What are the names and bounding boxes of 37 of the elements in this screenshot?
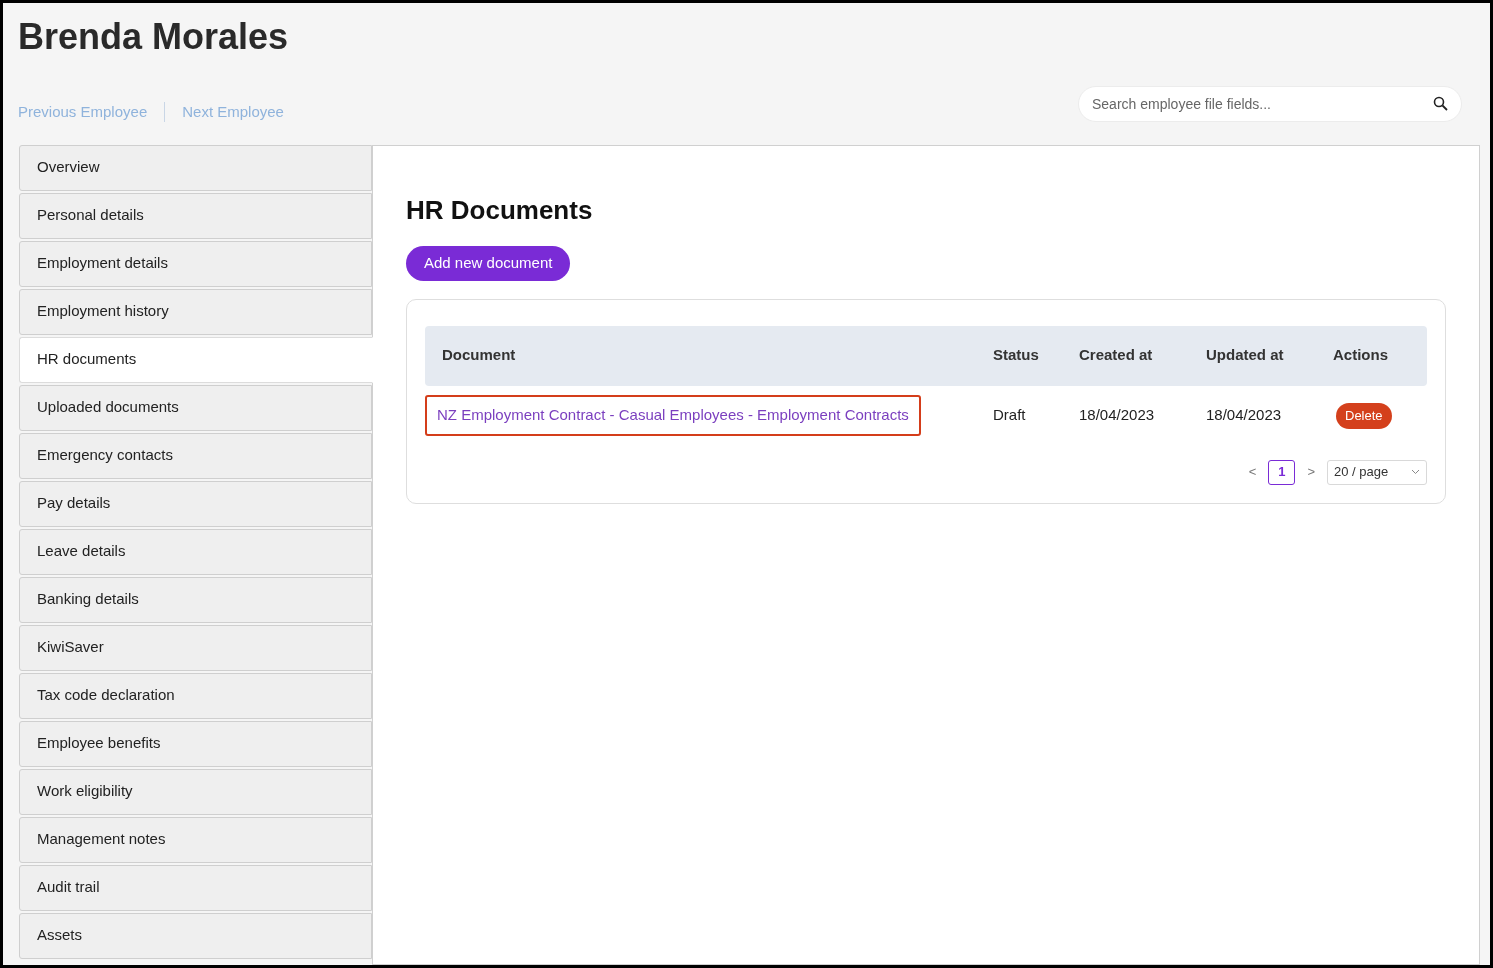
sidebar-item[interactable]: Tax code declaration [19, 672, 372, 719]
sidebar-item[interactable]: Employment history [19, 288, 372, 335]
previous-page-button[interactable]: < [1244, 462, 1261, 482]
search-icon [1433, 96, 1449, 113]
sidebar-item[interactable]: Pay details [19, 480, 372, 527]
page-button[interactable]: 1 [1268, 459, 1296, 485]
sidebar-item[interactable]: Employment details [19, 240, 372, 287]
next-page-button[interactable]: > [1303, 462, 1319, 482]
document-link[interactable]: NZ Employment Contract - Casual Employees - Employment Contracts [425, 395, 921, 436]
column-header: Created at [1079, 325, 1206, 386]
column-header: Status [993, 325, 1079, 386]
employee-name: Brenda Morales [18, 15, 289, 59]
sidebar-item[interactable]: Banking details [19, 576, 372, 623]
add-document-button[interactable]: Add new document [406, 245, 571, 281]
sidebar-item[interactable]: Emergency contacts [19, 432, 372, 479]
sidebar-item[interactable]: Assets [19, 912, 372, 959]
sidebar-item[interactable]: Uploaded documents [19, 384, 372, 431]
table-cell-text: Draft [993, 405, 1027, 426]
search-field[interactable]: Search employee file fields... [1078, 86, 1462, 123]
column-header: Actions [1333, 325, 1427, 386]
sidebar-item[interactable]: Audit trail [19, 864, 372, 911]
delete-button[interactable]: Delete [1336, 402, 1392, 429]
sidebar-item[interactable]: HR documents [19, 336, 373, 383]
column-header: Document [425, 325, 993, 386]
column-header: Updated at [1206, 325, 1333, 386]
sidebar-item[interactable]: Work eligibility [19, 768, 372, 815]
sidebar-item[interactable]: Leave details [19, 528, 372, 575]
page-size-select[interactable]: 20 / page [1327, 459, 1427, 485]
section-title: HR Documents [406, 193, 593, 227]
sidebar-item[interactable]: KiwiSaver [19, 624, 372, 671]
table-cell-text: 18/04/2023 [1206, 405, 1283, 426]
table-cell-text: 18/04/2023 [1079, 405, 1156, 426]
sidebar-item[interactable]: Employee benefits [19, 720, 372, 767]
sidebar-item[interactable]: Personal details [19, 192, 372, 239]
sidebar-item[interactable]: Management notes [19, 816, 372, 863]
chevron-down-icon [1411, 469, 1420, 475]
sidebar-item[interactable]: Overview [19, 144, 372, 191]
